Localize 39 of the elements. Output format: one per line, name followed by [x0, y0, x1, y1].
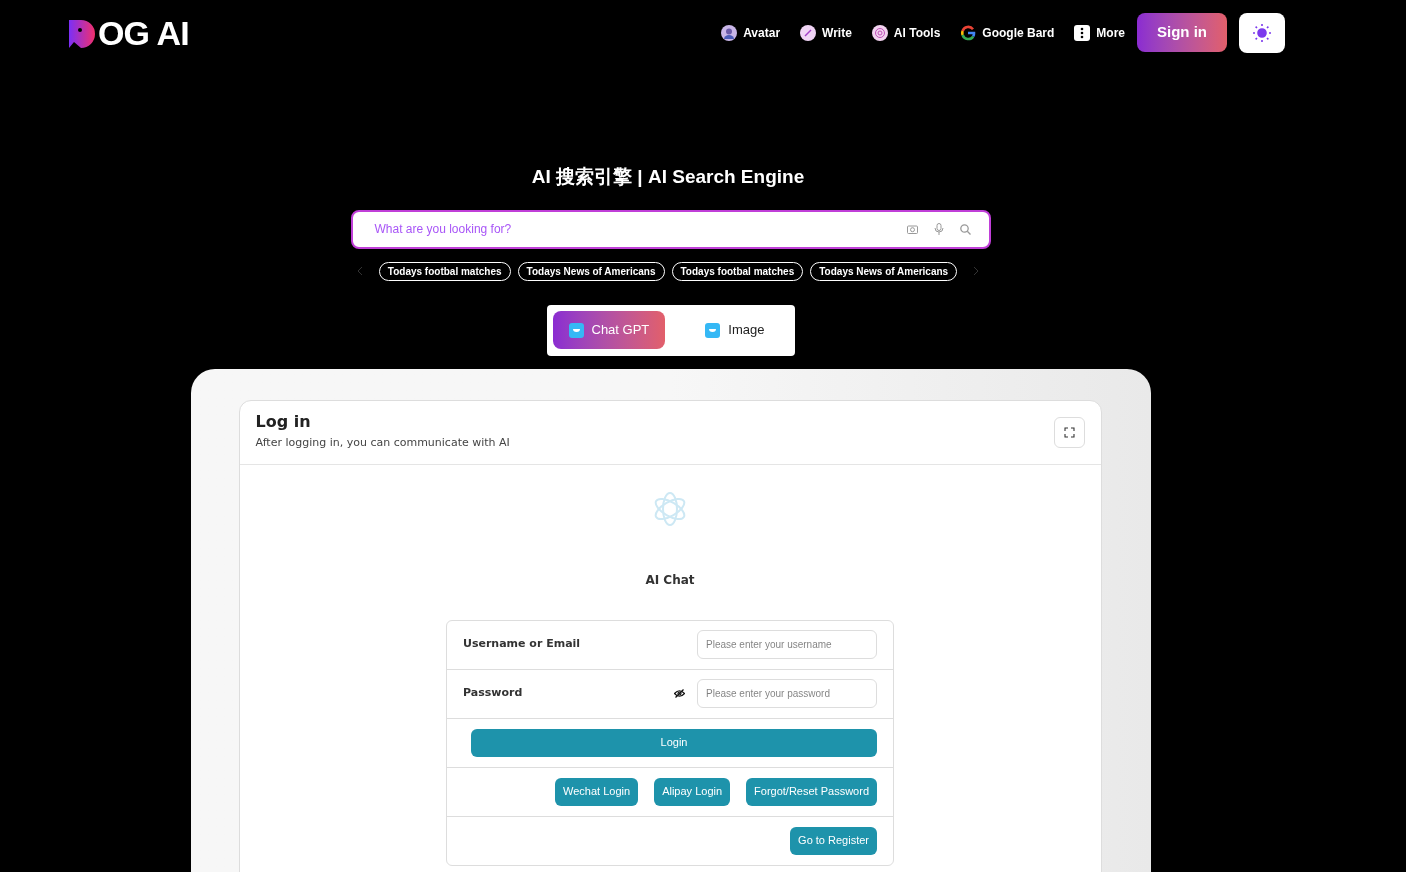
chevron-right-icon[interactable] [973, 266, 980, 276]
fullscreen-button[interactable] [1053, 416, 1085, 448]
login-option-button[interactable]: Alipay Login [654, 777, 731, 806]
mode-tab[interactable]: Chat GPT [552, 311, 666, 349]
register-button[interactable]: Go to Register [790, 826, 877, 855]
chevron-left-icon[interactable] [356, 266, 363, 276]
hero-title: AI 搜索引擎 | AI Search Engine [531, 165, 805, 189]
app-name: AI Chat [645, 571, 695, 589]
login-button[interactable]: Login [471, 728, 877, 757]
sun-icon [1252, 22, 1272, 43]
logo-text: OG AI [98, 15, 189, 50]
camera-icon[interactable] [906, 224, 918, 234]
eye-slash-icon[interactable] [674, 689, 685, 698]
card-title: Log in [255, 412, 312, 433]
nav-link[interactable]: More [1074, 23, 1125, 42]
login-option-button[interactable]: Forgot/Reset Password [746, 777, 877, 806]
theme-toggle-button[interactable] [1239, 12, 1285, 53]
input-field[interactable]: Please enter your username [697, 630, 877, 659]
nav-link[interactable]: Write [800, 23, 852, 42]
search-placeholder: What are you looking for? [374, 221, 513, 238]
card-subtitle: After logging in, you can communicate with AI [255, 435, 510, 452]
google-icon [960, 24, 977, 41]
pencil-icon [800, 24, 817, 41]
nav-link[interactable]: Avatar [721, 23, 781, 42]
microphone-icon[interactable] [933, 223, 944, 235]
nav-link[interactable]: Google Bard [960, 23, 1055, 42]
dog-logo-icon [68, 17, 98, 48]
search-icon[interactable] [959, 223, 971, 235]
field-label: Username or Email [463, 636, 582, 653]
login-option-button[interactable]: Wechat Login [555, 777, 639, 806]
expand-icon [1063, 426, 1075, 438]
sign-in-button[interactable]: Sign in [1137, 13, 1227, 52]
avatar-icon [721, 24, 738, 41]
spiral-icon [871, 24, 888, 41]
search-field[interactable]: What are you looking for? [350, 209, 991, 249]
more-dots-icon [1074, 24, 1091, 41]
field-label: Password [463, 685, 524, 702]
nav-link[interactable]: AI Tools [871, 23, 941, 42]
input-field[interactable]: Please enter your password [697, 679, 877, 708]
